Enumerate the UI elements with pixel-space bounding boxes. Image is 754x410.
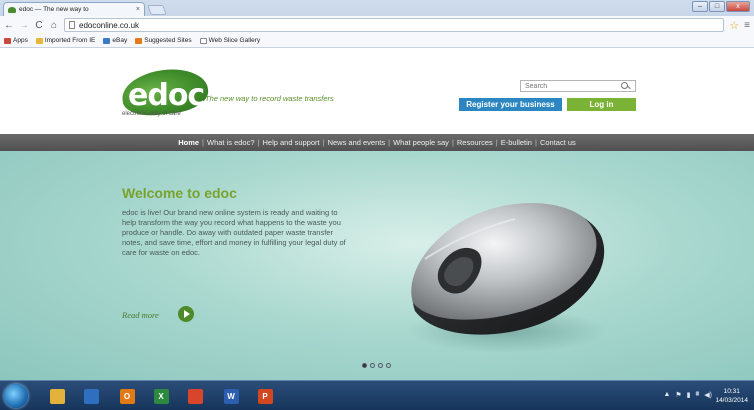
nav-item[interactable]: Home xyxy=(175,138,202,147)
slider-dot[interactable] xyxy=(378,363,383,368)
bookmark-label: Apps xyxy=(13,37,28,44)
new-tab-button[interactable] xyxy=(147,5,167,15)
slider-dots xyxy=(362,363,391,368)
bookmark-item[interactable]: Suggested Sites xyxy=(135,37,192,44)
nav-item[interactable]: News and events xyxy=(325,138,389,147)
back-icon[interactable]: ← xyxy=(4,20,14,31)
bookmarks-bar: Apps Imported From IE eBay Suggested Sites W… xyxy=(0,34,754,48)
taskbar-app-explorer[interactable] xyxy=(42,384,72,408)
url-text: edoconline.co.uk xyxy=(79,20,140,30)
browser-chrome: edoc — The new way to × – □ x ← → C ⌂ ed… xyxy=(0,0,754,48)
address-bar[interactable]: edoconline.co.uk xyxy=(64,18,725,32)
tagline: The new way to record waste transfers xyxy=(205,94,334,103)
minimize-button[interactable]: – xyxy=(692,1,708,12)
windows-taskbar: O X W P ▲ ⚑ ▮ ⩩ ◀) 10:31 14/03/2014 xyxy=(0,380,754,410)
slider-dot[interactable] xyxy=(362,363,367,368)
network-icon[interactable]: ▮ xyxy=(687,391,691,399)
search-box[interactable] xyxy=(520,80,636,92)
slider-dot[interactable] xyxy=(386,363,391,368)
close-window-button[interactable]: x xyxy=(726,1,750,12)
bookmark-label: Suggested Sites xyxy=(144,37,192,44)
media-icon xyxy=(83,388,99,404)
start-button[interactable] xyxy=(4,384,28,408)
taskbar-app-outlook[interactable]: O xyxy=(112,384,142,408)
bookmark-item[interactable]: Imported From IE xyxy=(35,37,96,44)
bookmark-item[interactable]: Web Slice Gallery xyxy=(199,37,261,44)
read-more-link[interactable]: Read more xyxy=(122,310,159,320)
play-icon[interactable] xyxy=(178,306,194,322)
chrome-icon xyxy=(187,388,203,404)
window-controls: – □ x xyxy=(692,1,750,12)
login-button[interactable]: Log in xyxy=(567,98,636,111)
taskbar-app-chrome[interactable] xyxy=(180,384,210,408)
computer-mouse-image xyxy=(407,203,607,353)
nav-item[interactable]: What people say xyxy=(390,138,452,147)
signal-icon[interactable]: ⩩ xyxy=(696,391,700,399)
nav-item[interactable]: Resources xyxy=(454,138,496,147)
bookmark-item[interactable]: Apps xyxy=(4,37,28,44)
nav-item[interactable]: What is edoc? xyxy=(204,138,258,147)
logo-text: edoc xyxy=(128,78,205,113)
hero-title: Welcome to edoc xyxy=(122,185,237,201)
tray-arrow-icon[interactable]: ▲ xyxy=(663,391,670,399)
page-icon xyxy=(199,37,207,44)
logo-subtitle: electronic duty of care xyxy=(122,111,181,117)
bookmark-label: eBay xyxy=(112,37,128,44)
browser-toolbar: ← → C ⌂ edoconline.co.uk ☆ ≡ xyxy=(0,16,754,34)
register-button[interactable]: Register your business xyxy=(459,98,562,111)
web-page: edoc electronic duty of care The new way… xyxy=(0,48,754,380)
menu-icon[interactable]: ≡ xyxy=(744,20,750,31)
hero-banner: Welcome to edoc edoc is live! Our brand … xyxy=(0,151,754,380)
taskbar-app-powerpoint[interactable]: P xyxy=(250,384,280,408)
apps-icon xyxy=(4,37,11,44)
suggested-icon xyxy=(135,37,143,44)
flag-icon[interactable]: ⚑ xyxy=(675,391,681,399)
home-icon[interactable]: ⌂ xyxy=(49,20,59,31)
bookmark-label: Imported From IE xyxy=(44,37,96,44)
powerpoint-icon: P xyxy=(257,388,273,404)
bookmark-star-icon[interactable]: ☆ xyxy=(729,19,739,32)
reload-icon[interactable]: C xyxy=(34,20,44,31)
tab-strip: edoc — The new way to × – □ x xyxy=(0,0,754,16)
folder-icon xyxy=(35,37,43,44)
taskbar-app-word[interactable]: W xyxy=(216,384,246,408)
nav-item[interactable]: Help and support xyxy=(259,138,322,147)
close-tab-icon[interactable]: × xyxy=(136,6,140,13)
word-icon: W xyxy=(223,388,239,404)
taskbar-app-media[interactable] xyxy=(76,384,106,408)
nav-item[interactable]: E-bulletin xyxy=(498,138,535,147)
nav-item[interactable]: Contact us xyxy=(537,138,579,147)
maximize-button[interactable]: □ xyxy=(709,1,725,12)
slider-dot[interactable] xyxy=(370,363,375,368)
outlook-icon: O xyxy=(119,388,135,404)
taskbar-app-excel[interactable]: X xyxy=(146,384,176,408)
tab-title: edoc — The new way to xyxy=(19,6,89,13)
browser-tab[interactable]: edoc — The new way to × xyxy=(3,2,145,16)
explorer-icon xyxy=(49,388,65,404)
forward-icon[interactable]: → xyxy=(19,20,29,31)
search-icon[interactable] xyxy=(621,81,631,91)
favicon-icon xyxy=(8,6,16,13)
hero-text: edoc is live! Our brand new online syste… xyxy=(122,208,346,257)
system-tray: ▲ ⚑ ▮ ⩩ ◀) xyxy=(663,391,712,399)
clock-time: 10:31 xyxy=(723,388,740,395)
clock-date: 14/03/2014 xyxy=(715,397,748,404)
bookmark-item[interactable]: eBay xyxy=(103,37,127,44)
ebay-icon xyxy=(103,37,111,44)
search-input[interactable] xyxy=(525,82,621,90)
page-icon xyxy=(69,21,75,29)
volume-icon[interactable]: ◀) xyxy=(704,391,712,399)
clock[interactable]: 10:31 14/03/2014 xyxy=(715,387,748,405)
main-navigation: Home | What is edoc? | Help and support | News… xyxy=(0,134,754,151)
bookmark-label: Web Slice Gallery xyxy=(208,37,261,44)
excel-icon: X xyxy=(153,388,169,404)
